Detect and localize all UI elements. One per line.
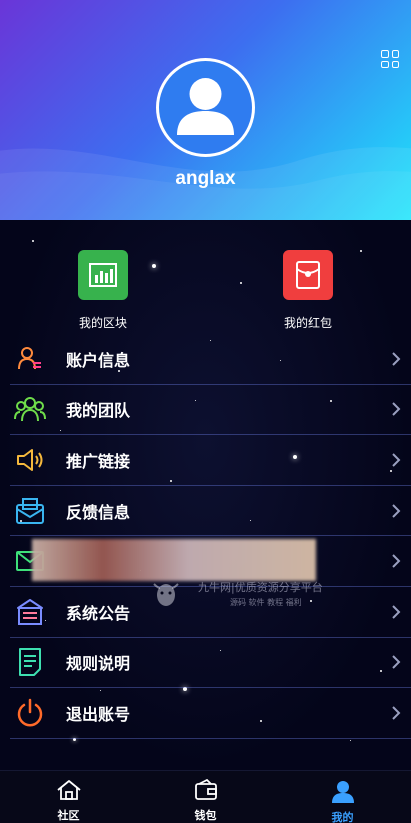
tab-label: 社区 xyxy=(57,809,80,822)
mail-icon xyxy=(14,495,46,527)
default-avatar-icon xyxy=(177,78,234,135)
menu-item-my-team[interactable]: 我的团队 xyxy=(10,385,411,436)
menu-item-rules[interactable]: 规则说明 xyxy=(10,638,411,689)
menu-item-label: 规则说明 xyxy=(66,654,131,674)
menu-item-label: 退出账号 xyxy=(66,704,131,724)
quick-action-label: 我的区块 xyxy=(78,316,127,330)
tab-mine[interactable]: 我的 xyxy=(303,779,383,823)
menu-item-label: 反馈信息 xyxy=(66,502,131,522)
tab-wallet[interactable]: 钱包 xyxy=(166,778,246,823)
menu-item-label: 推广链接 xyxy=(66,451,131,471)
team-icon xyxy=(14,393,46,425)
tab-label: 我的 xyxy=(331,811,354,823)
speaker-icon xyxy=(14,444,46,476)
profile-header: anglax xyxy=(0,0,411,220)
tab-label: 钱包 xyxy=(194,809,217,822)
blurred-redaction-overlay xyxy=(32,539,316,581)
settings-menu: 账户信息 我的团队 推广链接 反馈信息 系统公告 规则说明 退出账号 xyxy=(0,334,411,739)
chevron-right-icon xyxy=(392,402,401,417)
watermark-subtitle: 源码 软件 教程 福利 xyxy=(230,597,302,607)
scan-grid-icon[interactable] xyxy=(381,50,399,68)
quick-action-my-red-envelope[interactable]: 我的红包 xyxy=(238,250,378,331)
home-icon xyxy=(56,780,81,800)
watermark: 九牛网|优质资源分享平台 源码 软件 教程 福利 xyxy=(150,578,350,610)
menu-item-label: 账户信息 xyxy=(66,350,131,370)
chevron-right-icon xyxy=(392,352,401,366)
menu-item-label: 系统公告 xyxy=(66,603,131,623)
menu-item-promo-link[interactable]: 推广链接 xyxy=(10,435,411,486)
document-icon xyxy=(14,646,46,678)
menu-item-feedback[interactable]: 反馈信息 xyxy=(10,486,411,537)
user-icon xyxy=(331,781,354,803)
watermark-title: 九牛网|优质资源分享平台 xyxy=(198,580,323,594)
cow-logo-icon xyxy=(153,583,179,606)
chevron-right-icon xyxy=(392,503,401,518)
chevron-right-icon xyxy=(392,706,401,720)
red-envelope-icon xyxy=(283,250,333,300)
avatar[interactable] xyxy=(156,58,255,157)
power-icon xyxy=(14,697,46,729)
chevron-right-icon xyxy=(392,605,401,619)
quick-action-label: 我的红包 xyxy=(283,316,332,330)
wallet-icon xyxy=(194,778,217,800)
account-icon xyxy=(14,343,46,375)
menu-item-account-info[interactable]: 账户信息 xyxy=(10,334,411,385)
chevron-right-icon xyxy=(392,554,401,568)
chevron-right-icon xyxy=(392,655,401,670)
menu-item-logout[interactable]: 退出账号 xyxy=(10,688,411,739)
bar-chart-icon xyxy=(78,250,128,300)
menu-item-label: 我的团队 xyxy=(66,401,131,421)
bottom-tab-bar: 社区 钱包 我的 xyxy=(0,770,411,823)
chevron-right-icon xyxy=(392,453,401,467)
tab-community[interactable]: 社区 xyxy=(29,779,109,823)
notice-icon xyxy=(14,596,46,628)
username: anglax xyxy=(175,168,236,189)
quick-action-my-blocks[interactable]: 我的区块 xyxy=(33,250,173,331)
